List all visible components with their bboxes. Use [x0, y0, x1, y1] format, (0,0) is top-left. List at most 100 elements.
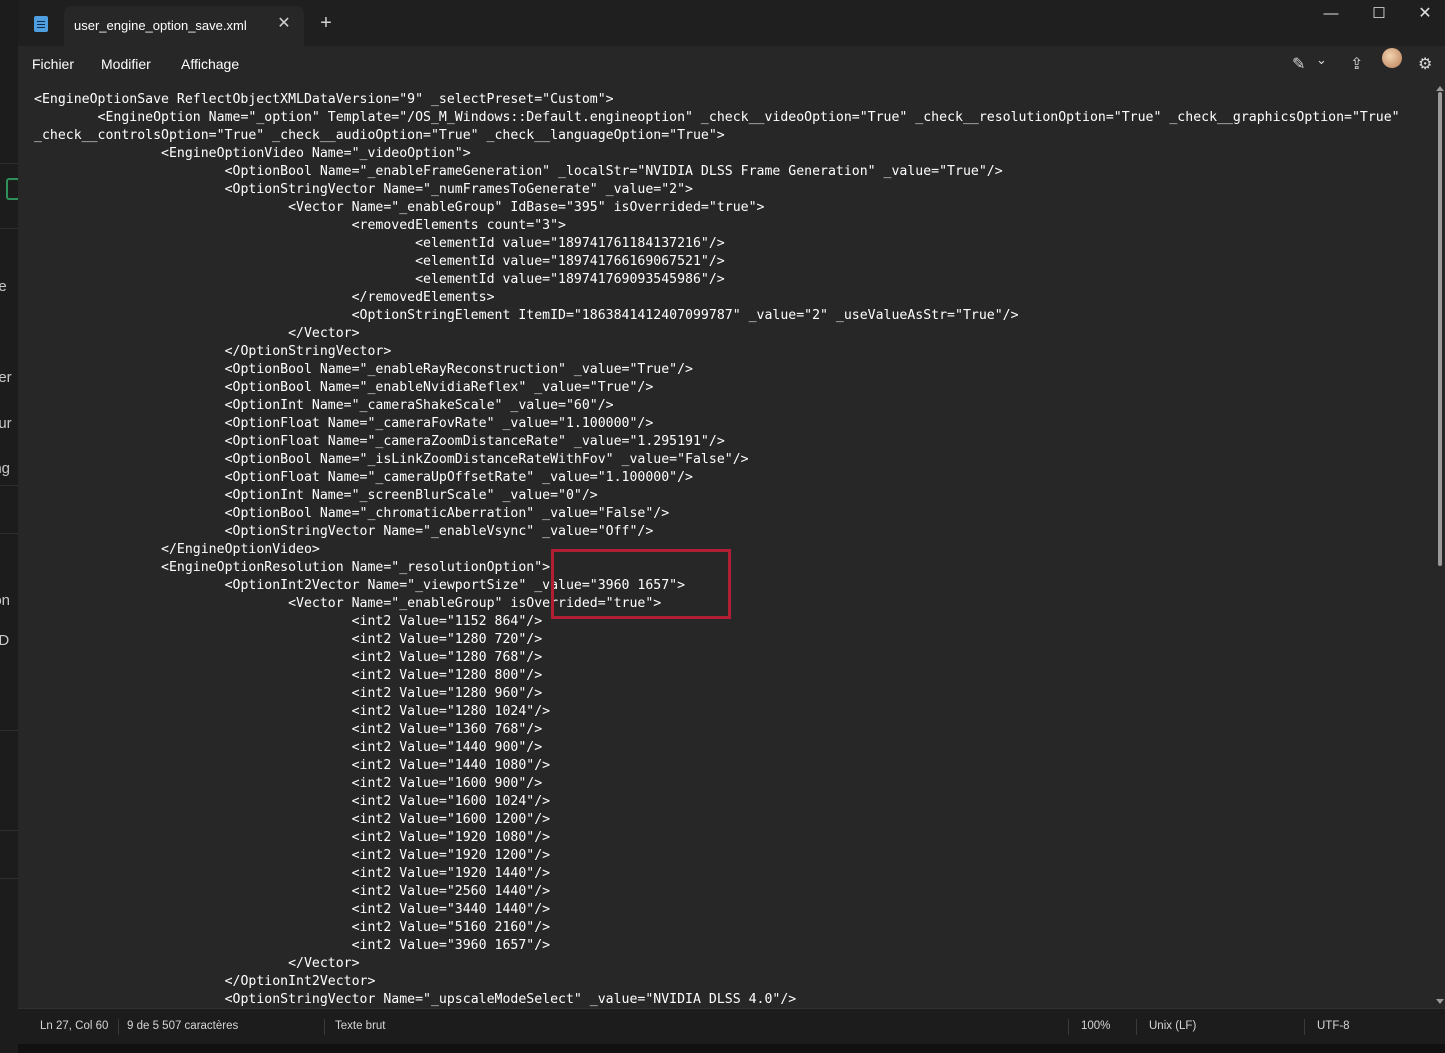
background-text: ion	[0, 592, 11, 609]
code-line: <int2 Value="3960 1657"/>	[34, 938, 551, 953]
code-line: <int2 Value="1280 1024"/>	[34, 704, 551, 719]
code-line: </Vector>	[34, 956, 360, 971]
tab-title: user_engine_option_save.xml	[74, 18, 247, 33]
cursor-position: Ln 27, Col 60	[40, 1020, 109, 1032]
code-line: <int2 Value="1440 1080"/>	[34, 758, 551, 773]
line-ending[interactable]: Unix (LF)	[1149, 1020, 1196, 1032]
status-divider	[1304, 1019, 1305, 1035]
code-line: <OptionStringVector Name="_numFramesToGe…	[34, 182, 693, 197]
scroll-down-icon[interactable]	[1436, 999, 1444, 1004]
gear-icon[interactable]: ⚙	[1418, 54, 1432, 74]
code-line: <int2 Value="1920 1080"/>	[34, 830, 551, 845]
background-divider	[0, 485, 18, 486]
tab-user-engine-option-save[interactable]: user_engine_option_save.xml ✕	[64, 6, 304, 46]
chevron-down-icon[interactable]: ⌄	[1316, 52, 1327, 68]
background-divider	[0, 533, 18, 534]
close-window-button[interactable]: ✕	[1402, 0, 1445, 30]
code-line: <int2 Value="1920 1440"/>	[34, 866, 551, 881]
copilot-icon[interactable]: ✎	[1292, 54, 1305, 74]
background-text: ne	[0, 278, 7, 295]
background-text: ner	[0, 369, 12, 386]
status-divider	[1136, 1019, 1137, 1035]
status-divider	[324, 1019, 325, 1035]
code-line: <int2 Value="1280 960"/>	[34, 686, 543, 701]
code-line: _check__controlsOption="True" _check__au…	[34, 128, 725, 143]
code-line: <int2 Value="1440 900"/>	[34, 740, 543, 755]
status-bar: Ln 27, Col 60 9 de 5 507 caractères Text…	[18, 1008, 1445, 1045]
code-line: <OptionBool Name="_isLinkZoomDistanceRat…	[34, 452, 749, 467]
background-divider	[0, 830, 18, 831]
menu-fichier[interactable]: Fichier	[32, 56, 74, 72]
vertical-scrollbar[interactable]	[1435, 84, 1445, 1008]
code-line: </Vector>	[34, 326, 360, 341]
background-divider	[0, 730, 18, 731]
status-divider	[118, 1019, 119, 1035]
code-line: <int2 Value="1152 864"/>	[34, 614, 543, 629]
scroll-thumb[interactable]	[1438, 92, 1442, 566]
background-divider	[0, 228, 18, 229]
code-line: </removedElements>	[34, 290, 495, 305]
share-icon[interactable]: ⇪	[1350, 54, 1363, 74]
scroll-up-icon[interactable]	[1436, 86, 1444, 91]
code-line: <EngineOption Name="_option" Template="/…	[34, 110, 1400, 125]
code-line: <int2 Value="1600 900"/>	[34, 776, 543, 791]
code-line: <OptionBool Name="_enableNvidiaReflex" _…	[34, 380, 654, 395]
code-line: <OptionStringVector Name="_upscaleModeSe…	[34, 992, 797, 1007]
character-count: 9 de 5 507 caractères	[127, 1020, 239, 1032]
code-line: <int2 Value="1280 768"/>	[34, 650, 543, 665]
zoom-level[interactable]: 100%	[1081, 1020, 1110, 1032]
code-line: <OptionStringElement ItemID="18638414124…	[34, 308, 1019, 323]
background-divider	[0, 878, 18, 879]
menu-modifier[interactable]: Modifier	[101, 56, 151, 72]
code-line: <int2 Value="1280 800"/>	[34, 668, 543, 683]
code-line: </OptionInt2Vector>	[34, 974, 376, 989]
code-line: <int2 Value="1920 1200"/>	[34, 848, 551, 863]
code-line: <int2 Value="1360 768"/>	[34, 722, 543, 737]
code-line: <int2 Value="1600 1024"/>	[34, 794, 551, 809]
window-bottom-edge	[18, 1044, 1445, 1053]
code-line: <OptionBool Name="_chromaticAberration" …	[34, 506, 670, 521]
code-line: <OptionBool Name="_enableRayReconstructi…	[34, 362, 693, 377]
code-line: <int2 Value="3440 1440"/>	[34, 902, 551, 917]
code-line: <int2 Value="1280 720"/>	[34, 632, 543, 647]
code-line: </OptionStringVector>	[34, 344, 392, 359]
code-line: <EngineOptionVideo Name="_videoOption">	[34, 146, 471, 161]
code-line: <EngineOptionSave ReflectObjectXMLDataVe…	[34, 92, 614, 107]
code-line: <OptionFloat Name="_cameraUpOffsetRate" …	[34, 470, 693, 485]
minimize-button[interactable]: —	[1308, 0, 1354, 30]
code-line: <int2 Value="5160 2160"/>	[34, 920, 551, 935]
maximize-button[interactable]: ☐	[1356, 0, 1402, 30]
menu-bar: Fichier Modifier Affichage ✎ ⌄ ⇪ ⚙	[18, 46, 1445, 84]
code-line: <OptionFloat Name="_cameraZoomDistanceRa…	[34, 434, 725, 449]
close-tab-icon[interactable]: ✕	[274, 14, 294, 34]
code-line: <removedElements count="3">	[34, 218, 566, 233]
new-tab-button[interactable]: +	[314, 12, 338, 36]
code-line: <elementId value="189741769093545986"/>	[34, 272, 725, 287]
menu-affichage[interactable]: Affichage	[181, 56, 239, 72]
text-format: Texte brut	[335, 1020, 386, 1032]
code-line: <OptionInt Name="_cameraShakeScale" _val…	[34, 398, 614, 413]
encoding[interactable]: UTF-8	[1317, 1020, 1350, 1032]
notepad-window: user_engine_option_save.xml ✕ + — ☐ ✕ Fi…	[18, 0, 1445, 1053]
code-line: <OptionInt Name="_screenBlurScale" _valu…	[34, 488, 598, 503]
background-window: ne ner our ing ion pD	[0, 0, 18, 1053]
status-divider	[1068, 1019, 1069, 1035]
code-line: <elementId value="189741766169067521"/>	[34, 254, 725, 269]
avatar[interactable]	[1382, 48, 1402, 68]
notepad-icon	[34, 16, 48, 32]
background-text: our	[0, 415, 12, 432]
background-green-icon	[6, 178, 18, 200]
code-line: <int2 Value="1600 1200"/>	[34, 812, 551, 827]
code-line: </EngineOptionVideo>	[34, 542, 320, 557]
code-line: <int2 Value="2560 1440"/>	[34, 884, 551, 899]
background-text: ing	[0, 460, 11, 477]
code-line: <Vector Name="_enableGroup" IdBase="395"…	[34, 200, 765, 215]
code-line: <elementId value="189741761184137216"/>	[34, 236, 725, 251]
background-text: pD	[0, 632, 10, 649]
background-divider	[0, 163, 18, 164]
text-editor[interactable]: <EngineOptionSave ReflectObjectXMLDataVe…	[18, 84, 1445, 1008]
code-line: <OptionFloat Name="_cameraFovRate" _valu…	[34, 416, 654, 431]
code-line: <EngineOptionResolution Name="_resolutio…	[34, 560, 551, 575]
code-line: <OptionStringVector Name="_enableVsync" …	[34, 524, 654, 539]
code-line: <OptionBool Name="_enableFrameGeneration…	[34, 164, 1003, 179]
